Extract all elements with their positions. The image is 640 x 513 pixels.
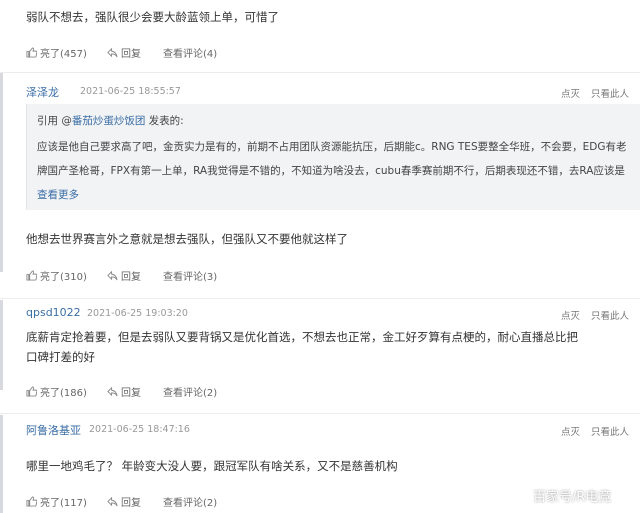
view-comments-link[interactable]: 查看评论(4): [163, 45, 217, 60]
quoted-user-link[interactable]: 番茄炒蛋炒饭团: [72, 115, 146, 127]
like-count: 亮了(310): [40, 272, 87, 283]
comment-text-line: 底薪肯定抢着要，但是去弱队又要背锅又是优化首选，不想去也正常，金工好歹算有点梗的…: [26, 330, 578, 344]
downvote-link[interactable]: 点灭: [561, 89, 580, 100]
timestamp: 2021-06-25 18:55:57: [80, 86, 181, 97]
like-count: 亮了(117): [40, 498, 87, 509]
view-comments-label: 查看评论(2): [163, 388, 218, 399]
left-accent-bar: [0, 300, 3, 390]
reply-button[interactable]: 回复: [107, 384, 141, 399]
quote-text-line: 牌国产圣枪哥，FPX有第一上单，RA我觉得是不错的，不知道为啥没去，cubu春季…: [37, 165, 625, 177]
watermark: 百家号/R电竞: [533, 490, 612, 505]
reply-label: 回复: [121, 49, 141, 60]
only-this-user-link[interactable]: 只看此人: [591, 89, 629, 100]
see-more-link[interactable]: 查看更多: [37, 187, 79, 202]
reply-label: 回复: [121, 272, 141, 283]
reply-label: 回复: [121, 388, 141, 399]
downvote-link[interactable]: 点灭: [561, 427, 580, 438]
thumbs-up-icon: [26, 270, 37, 281]
timestamp: 2021-06-25 18:47:16: [89, 424, 190, 435]
like-count: 亮了(457): [40, 49, 87, 60]
timestamp: 2021-06-25 19:03:20: [87, 308, 188, 319]
reply-button[interactable]: 回复: [107, 494, 141, 509]
like-button[interactable]: 亮了(186): [26, 384, 87, 399]
only-this-user-link[interactable]: 只看此人: [591, 427, 629, 438]
username[interactable]: 泽泽龙: [26, 84, 59, 100]
view-comments-link[interactable]: 查看评论(2): [163, 384, 217, 399]
thumbs-up-icon: [26, 47, 37, 58]
reply-icon: [107, 270, 118, 281]
comment-text: 哪里一地鸡毛了？ 年龄变大没人要，跟冠军队有啥关系，又不是慈善机构: [26, 459, 398, 473]
comment-ops: 点灭 只看此人 举: [561, 424, 640, 438]
downvote-link[interactable]: 点灭: [561, 311, 580, 322]
divider: [0, 298, 640, 299]
like-button[interactable]: 亮了(310): [26, 268, 87, 283]
quote-header: 引用 @番茄炒蛋炒饭团 发表的:: [37, 113, 184, 128]
comment-text: 弱队不想去，强队很少会要大龄蓝领上单，可惜了: [26, 10, 279, 24]
only-this-user-link[interactable]: 只看此人: [591, 311, 629, 322]
view-comments-link[interactable]: 查看评论(3): [163, 268, 217, 283]
thumbs-up-icon: [26, 386, 37, 397]
thumbs-up-icon: [26, 496, 37, 507]
like-button[interactable]: 亮了(457): [26, 45, 87, 60]
comment-text: 他想去世界赛言外之意就是想去强队，但强队又不要他就这样了: [26, 232, 348, 246]
left-accent-bar: [0, 415, 3, 513]
divider: [0, 413, 640, 414]
view-comments-label: 查看评论(3): [163, 272, 218, 283]
like-button[interactable]: 亮了(117): [26, 494, 87, 509]
username[interactable]: qpsd1022: [26, 306, 81, 319]
divider: [0, 72, 640, 73]
comment-ops: 点灭 只看此人 举: [561, 86, 640, 100]
left-accent-bar: [0, 72, 3, 272]
quote-suffix: 发表的:: [145, 115, 184, 127]
reply-label: 回复: [121, 498, 141, 509]
reply-button[interactable]: 回复: [107, 45, 141, 60]
like-count: 亮了(186): [40, 388, 87, 399]
quote-text-line: 应该是他自己要求高了吧，金贡实力是有的，前期不占用团队资源能抗压，后期能c。RN…: [37, 141, 627, 153]
view-comments-label: 查看评论(2): [163, 498, 218, 509]
quote-prefix: 引用 @: [37, 115, 72, 127]
view-comments-label: 查看评论(4): [163, 49, 218, 60]
view-comments-link[interactable]: 查看评论(2): [163, 494, 217, 509]
username[interactable]: 阿鲁洛基亚: [26, 422, 81, 438]
reply-icon: [107, 386, 118, 397]
reply-button[interactable]: 回复: [107, 268, 141, 283]
comment-text-line: 口碑打差的好: [26, 350, 95, 364]
reply-icon: [107, 47, 118, 58]
reply-icon: [107, 496, 118, 507]
comment-ops: 点灭 只看此人 举: [561, 308, 640, 322]
